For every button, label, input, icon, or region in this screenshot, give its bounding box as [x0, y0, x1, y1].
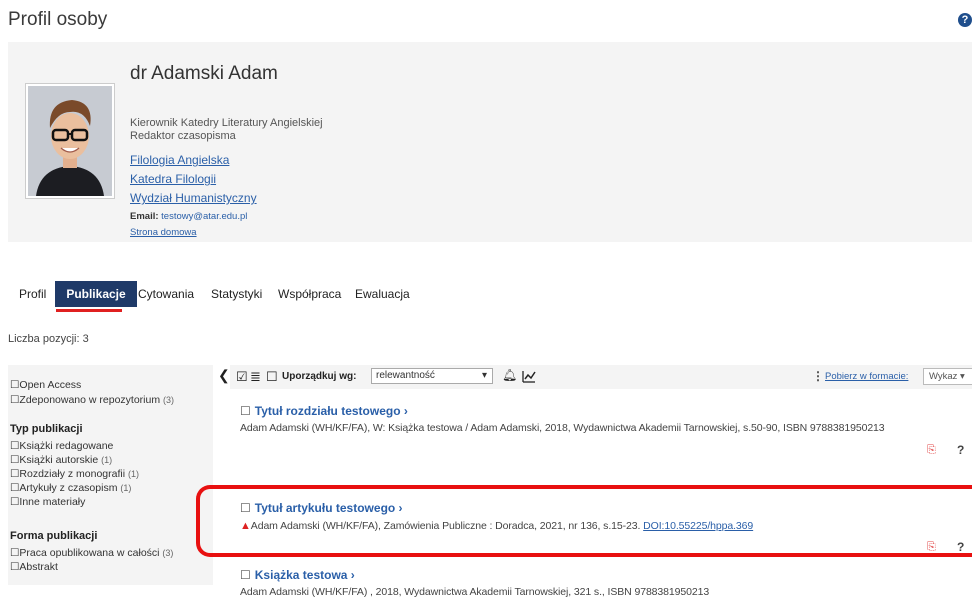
sort-select[interactable]: relewantność ▾: [371, 368, 493, 384]
tab-wspolpraca[interactable]: Współpraca: [278, 281, 341, 307]
select-all-icon[interactable]: ☑: [236, 369, 248, 385]
profile-role: Redaktor czasopisma: [130, 130, 236, 142]
pub-meta: Adam Adamski (WH/KF/FA), W: Książka test…: [240, 422, 885, 434]
tab-ewaluacja[interactable]: Ewaluacja: [355, 281, 410, 307]
chart-icon[interactable]: [522, 370, 536, 383]
profile-name: dr Adamski Adam: [130, 63, 278, 84]
avatar: [26, 84, 114, 198]
chevron-down-icon: ▾: [481, 370, 487, 381]
annotation-highlight: [196, 485, 972, 557]
email-label: Email:: [130, 211, 159, 222]
select-checkbox[interactable]: ☐: [240, 568, 251, 582]
unit-link-wydzial[interactable]: Wydział Humanistyczny: [130, 191, 257, 205]
collapse-panel-icon[interactable]: ❮: [218, 367, 230, 384]
help-icon[interactable]: ?: [958, 13, 972, 27]
tab-publikacje[interactable]: Publikacje: [55, 281, 137, 307]
pub-title[interactable]: ☐ Tytuł rozdziału testowego ›: [240, 404, 408, 418]
filter-heading-form: Forma publikacji: [10, 530, 98, 542]
result-count: Liczba pozycji: 3: [8, 333, 89, 345]
page-title: Profil osoby: [8, 9, 108, 30]
filter-repository[interactable]: ☐Zdeponowano w repozytorium (3): [10, 394, 174, 406]
select-checkbox[interactable]: ☐: [240, 404, 251, 418]
unit-link-faculty-dept[interactable]: Filologia Angielska: [130, 153, 229, 167]
pub-meta: Adam Adamski (WH/KF/FA) , 2018, Wydawnic…: [240, 586, 710, 598]
filters-panel: ☐Open Access ☐Zdeponowano w repozytorium…: [8, 365, 213, 585]
filter-edited-books[interactable]: ☐Książki redagowane: [10, 440, 113, 452]
filter-full-work[interactable]: ☐Praca opublikowana w całości (3): [10, 547, 173, 559]
filter-articles[interactable]: ☐Artykuły z czasopism (1): [10, 482, 131, 494]
email-link[interactable]: testowy@atar.edu.pl: [161, 211, 247, 222]
pub-title[interactable]: ☐ Książka testowa ›: [240, 568, 355, 582]
filter-heading-type: Typ publikacji: [10, 423, 83, 435]
select-list-icon[interactable]: ≣: [250, 369, 261, 385]
email-row: Email: testowy@atar.edu.pl: [130, 211, 247, 222]
pdf-icon[interactable]: ⎘: [927, 444, 939, 456]
filter-chapters[interactable]: ☐Rozdziały z monografii (1): [10, 468, 139, 480]
homepage-link[interactable]: Strona domowa: [130, 227, 197, 238]
unit-link-katedra[interactable]: Katedra Filologii: [130, 172, 216, 186]
profile-role: Kierownik Katedry Literatury Angielskiej: [130, 117, 323, 129]
select-none-icon[interactable]: ☐: [266, 369, 278, 385]
active-tab-underline: [56, 309, 122, 312]
tab-cytowania[interactable]: Cytowania: [138, 281, 194, 307]
sort-label: Uporządkuj wg:: [282, 371, 357, 382]
results-toolbar: ❮ ☑ ≣ ☐ Uporządkuj wg: relewantność ▾ 🔔︎ …: [218, 365, 972, 389]
question-icon[interactable]: ?: [957, 443, 964, 457]
filter-abstract[interactable]: ☐Abstrakt: [10, 561, 58, 573]
avatar-photo: [28, 86, 112, 196]
profile-card: dr Adamski Adam Kierownik Katedry Litera…: [8, 42, 972, 242]
download-format-label[interactable]: Pobierz w formacie:: [825, 371, 908, 382]
more-icon[interactable]: ⋮: [812, 369, 824, 383]
tab-statystyki[interactable]: Statystyki: [211, 281, 262, 307]
filter-open-access[interactable]: ☐Open Access: [10, 379, 81, 391]
tab-profil[interactable]: Profil: [19, 281, 46, 307]
bell-icon[interactable]: 🔔︎: [502, 368, 517, 382]
filter-other[interactable]: ☐Inne materiały: [10, 496, 85, 508]
filter-authored-books[interactable]: ☐Książki autorskie (1): [10, 454, 112, 466]
format-select[interactable]: Wykaz ▾: [923, 368, 972, 385]
